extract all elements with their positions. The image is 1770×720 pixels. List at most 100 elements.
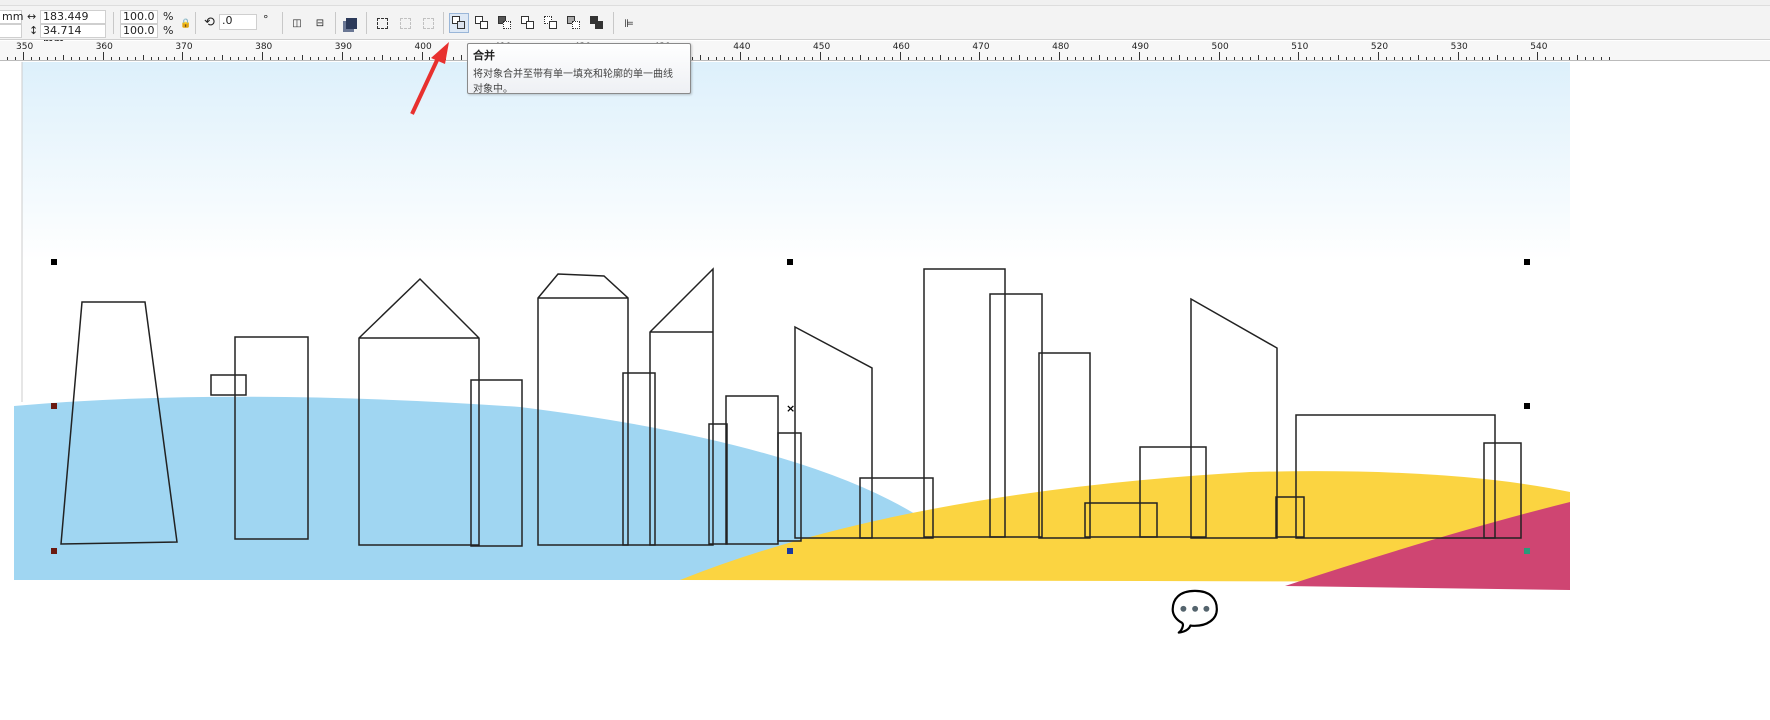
horizontal-ruler[interactable]: 3503603703803904004104204304404504604704… (0, 41, 1770, 61)
watermark-text: ps软件教程 (1227, 590, 1455, 641)
arrange-button[interactable] (341, 13, 361, 33)
ruler-tick (1242, 57, 1244, 60)
mirror-horizontal-button[interactable]: ◫ (287, 13, 307, 33)
ruler-label: 360 (95, 42, 113, 52)
ruler-tick (230, 57, 232, 60)
ruler-tick (820, 52, 821, 60)
position-field[interactable]: mm (0, 10, 23, 24)
ruler-tick (1250, 57, 1252, 60)
ruler-tick (102, 52, 104, 60)
ungroup-all-button[interactable] (418, 13, 438, 33)
align-distribute-button[interactable]: ⊫ (619, 13, 639, 33)
ruler-tick (1138, 52, 1140, 60)
tooltip-line2: 对象中。 (473, 84, 513, 95)
ruler-tick (397, 57, 399, 60)
ruler-tick (206, 57, 208, 60)
ruler-tick (461, 55, 463, 60)
width-field[interactable]: 183.449 mm (40, 10, 106, 35)
ruler-tick (1353, 57, 1355, 60)
ruler-tick (190, 57, 192, 60)
ruler-tick (38, 57, 40, 60)
drawing-canvas[interactable]: × 💬 ps软件教程 (0, 62, 1770, 716)
ruler-tick (1051, 57, 1053, 60)
scale-y-field[interactable]: 100.0 (120, 24, 158, 38)
height-field[interactable]: 34.714 mm (40, 24, 106, 49)
ruler-tick (843, 57, 845, 60)
ruler-tick (1210, 57, 1212, 60)
ruler-tick (1481, 57, 1483, 60)
ruler-tick (1369, 57, 1371, 60)
back-minus-front-button[interactable] (564, 13, 584, 33)
ruler-tick (1537, 52, 1539, 60)
ruler-tick (1274, 57, 1276, 60)
ruler-tick (166, 57, 168, 60)
weld-icon (452, 16, 466, 30)
ruler-tick (70, 57, 72, 60)
ruler-tick (1106, 57, 1108, 60)
percent-x-label: % (163, 10, 174, 23)
create-boundary-button[interactable] (587, 13, 607, 33)
ruler-tick (214, 57, 216, 60)
ruler-tick (1218, 52, 1220, 60)
intersect-button[interactable] (495, 13, 515, 33)
ruler-tick (1194, 57, 1196, 60)
group-button[interactable] (372, 13, 392, 33)
ruler-label: 350 (16, 42, 34, 52)
ruler-tick (835, 57, 837, 60)
ruler-tick (1011, 57, 1013, 60)
ruler-tick (1162, 57, 1164, 60)
ruler-tick (1266, 57, 1268, 60)
ruler-tick (979, 52, 981, 60)
rotation-field[interactable]: .0 (219, 14, 257, 30)
ruler-tick (947, 57, 949, 60)
mirror-vertical-button[interactable]: ⊟ (310, 13, 330, 33)
ruler-tick (317, 57, 319, 60)
ruler-tick (1553, 57, 1555, 60)
ruler-tick (270, 57, 272, 60)
ruler-tick (1505, 57, 1507, 60)
ungroup-button[interactable] (395, 13, 415, 33)
ruler-tick (174, 57, 176, 60)
tooltip-line1: 将对象合并至带有单一填充和轮廓的单一曲线 (473, 69, 673, 80)
ruler-tick (1457, 52, 1459, 60)
ruler-tick (899, 52, 901, 60)
position-y-field[interactable] (0, 24, 22, 38)
ruler-tick (915, 57, 917, 60)
ruler-tick (1298, 52, 1300, 60)
ruler-tick (1417, 55, 1419, 60)
artwork: × (14, 62, 1570, 590)
ruler-tick (349, 57, 351, 60)
front-minus-back-button[interactable] (541, 13, 561, 33)
ruler-tick (907, 57, 909, 60)
ruler-tick (1338, 55, 1340, 60)
group-icon (376, 17, 388, 29)
lock-ratio-icon[interactable]: 🔒 (180, 18, 191, 30)
mirror-h-icon: ◫ (292, 17, 302, 29)
ruler-tick (110, 57, 112, 60)
ruler-tick (62, 55, 64, 60)
ruler-tick (1561, 57, 1563, 60)
back-minus-front-icon (567, 16, 581, 30)
ruler-tick (1497, 55, 1499, 60)
ruler-tick (859, 55, 861, 60)
ruler-tick (1282, 57, 1284, 60)
ruler-tick (796, 57, 798, 60)
ruler-tick (134, 57, 136, 60)
ruler-tick (1361, 57, 1363, 60)
ruler-tick (198, 57, 200, 60)
simplify-button[interactable] (518, 13, 538, 33)
ruler-tick (764, 57, 766, 60)
simplify-icon (521, 16, 535, 30)
ruler-tick (692, 57, 694, 60)
ruler-tick (883, 57, 885, 60)
ruler-tick (1234, 57, 1236, 60)
scale-x-field[interactable]: 100.0 (120, 10, 158, 24)
ruler-tick (333, 57, 335, 60)
ruler-label: 460 (892, 42, 910, 52)
trim-button[interactable] (472, 13, 492, 33)
weld-button[interactable] (449, 13, 469, 33)
ruler-tick (86, 57, 88, 60)
ruler-tick (1083, 57, 1084, 60)
ruler-tick (1322, 57, 1324, 60)
ruler-tick (1186, 57, 1188, 60)
